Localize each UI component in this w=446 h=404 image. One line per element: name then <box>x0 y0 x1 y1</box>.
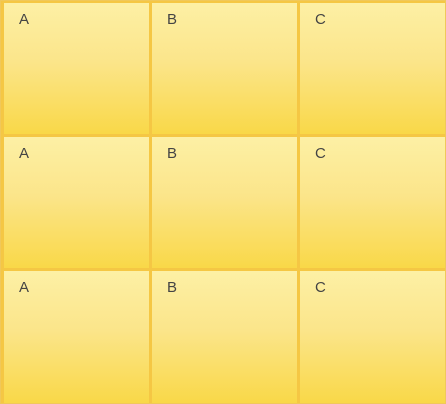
tile-r3-a[interactable]: A <box>4 271 149 403</box>
tile-grid: A B C A B C A B C <box>0 0 446 404</box>
tile-label: A <box>19 11 30 28</box>
tile-r1-c[interactable]: C <box>300 3 445 134</box>
tile-label: B <box>167 145 178 162</box>
tile-r1-b[interactable]: B <box>152 3 297 134</box>
tile-label: B <box>167 11 178 28</box>
tile-label: B <box>167 279 178 296</box>
tile-label: C <box>315 145 326 162</box>
tile-label: A <box>19 145 30 162</box>
tile-r1-a[interactable]: A <box>4 3 149 134</box>
tile-label: C <box>315 11 326 28</box>
tile-label: A <box>19 279 30 296</box>
tile-r2-a[interactable]: A <box>4 137 149 268</box>
tile-r3-b[interactable]: B <box>152 271 297 403</box>
tile-r2-b[interactable]: B <box>152 137 297 268</box>
tile-r3-c[interactable]: C <box>300 271 445 403</box>
tile-r2-c[interactable]: C <box>300 137 445 268</box>
tile-label: C <box>315 279 326 296</box>
